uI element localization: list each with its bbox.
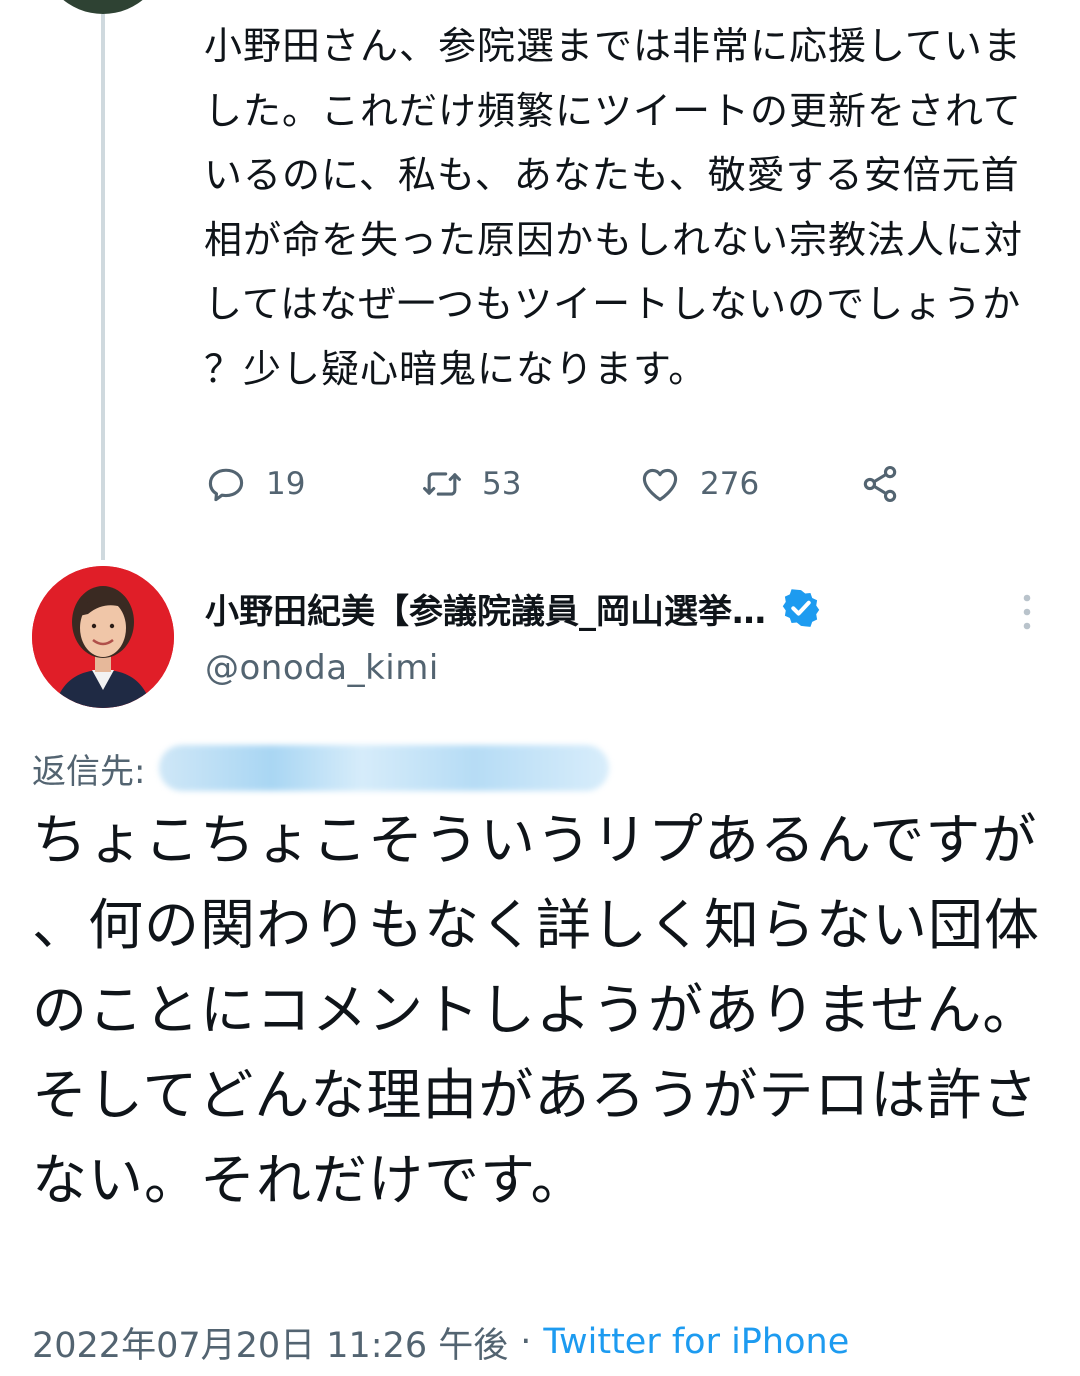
meta-separator: ·: [520, 1322, 532, 1362]
retweet-icon: [420, 462, 464, 506]
parent-tweet-text: 小野田さん、参院選までは非常に応援していました。これだけ頻繁にツイートの更新をさ…: [204, 24, 1024, 391]
replying-to-row: 返信先:: [32, 740, 610, 796]
parent-avatar[interactable]: [40, 0, 166, 14]
retweet-count: 53: [482, 466, 522, 502]
replying-to-label: 返信先:: [32, 751, 146, 792]
reply-tweet-text: ちょこちょこそういうリプあるんですが、何の関わりもなく詳しく知らない団体のことに…: [32, 808, 1041, 1212]
share-icon: [858, 462, 902, 506]
verified-badge-icon: [780, 587, 822, 629]
reply-button[interactable]: 19: [204, 460, 305, 508]
share-button[interactable]: [858, 460, 902, 508]
author-name-row: 小野田紀美【参議院議員_岡山選挙…: [205, 580, 822, 636]
parent-tweet-action-bar: 19 53 276: [204, 460, 924, 508]
like-button[interactable]: 276: [638, 460, 759, 508]
thread-connector-line: [101, 14, 105, 560]
replying-to-mention-redacted[interactable]: [159, 745, 610, 791]
avatar[interactable]: [32, 566, 174, 708]
author-display-name[interactable]: 小野田紀美【参議院議員_岡山選挙…: [205, 584, 766, 633]
reply-icon: [204, 462, 248, 506]
retweet-button[interactable]: 53: [420, 460, 521, 508]
tweet-meta-row: 2022年07月20日 11:26 午後 · Twitter for iPhon…: [32, 1316, 849, 1368]
author-handle[interactable]: @onoda_kimi: [205, 648, 439, 688]
like-count: 276: [700, 466, 760, 502]
more-vertical-icon[interactable]: [1014, 590, 1040, 634]
tweet-timestamp[interactable]: 2022年07月20日 11:26 午後: [32, 1317, 508, 1368]
tweet-source-link[interactable]: Twitter for iPhone: [543, 1322, 849, 1362]
heart-icon: [638, 462, 682, 506]
reply-count: 19: [266, 466, 306, 502]
